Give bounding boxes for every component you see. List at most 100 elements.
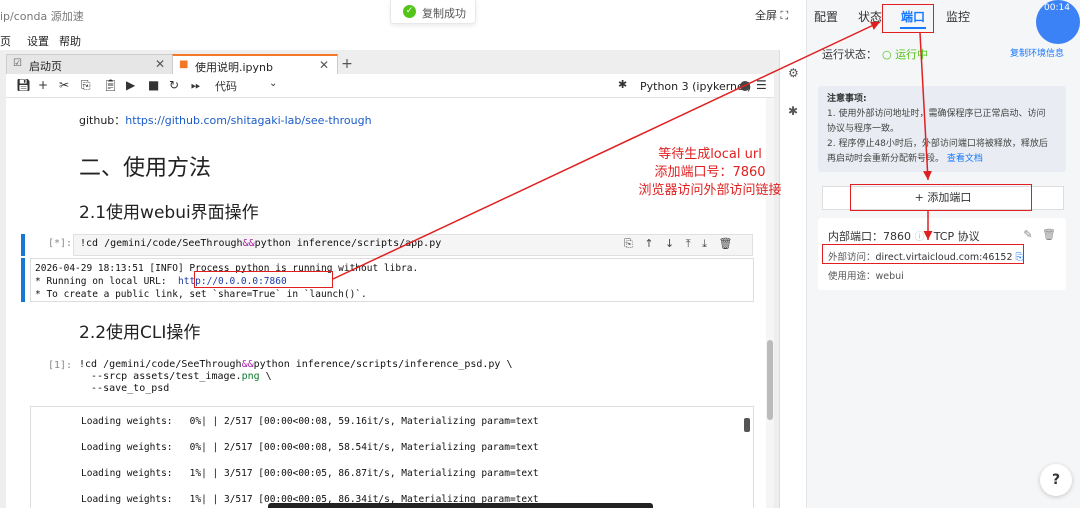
annotation-text: 等待生成local url 添加端口号：7860 浏览器访问外部访问链接	[612, 146, 808, 200]
notice-item: 1. 使用外部访问地址时，需确保程序已正常启动、访问	[827, 109, 1046, 119]
run-status-label: 运行状态：	[822, 48, 877, 61]
annotation-line: 等待生成local url	[658, 147, 762, 162]
kernel-name[interactable]: Python 3 (ipykernel)	[640, 80, 751, 93]
annotation-box-add-port	[850, 184, 1032, 211]
inner-port-value: 7860	[883, 230, 911, 243]
tab-monitor[interactable]: 监控	[946, 8, 970, 25]
launcher-icon: ☑	[13, 58, 22, 69]
output-line: Loading weights: 1%| | 3/517 [00:00<00:0…	[81, 468, 539, 479]
output-line: * To create a public link, set `share=Tr…	[35, 289, 367, 300]
chevron-down-icon[interactable]: ⌄	[269, 78, 277, 89]
insert-below-icon[interactable]: ⤓	[702, 237, 707, 250]
debugger-icon[interactable]: ✱	[788, 104, 798, 118]
annotation-box-local-url	[194, 271, 333, 288]
notice-item: 2. 程序停止48小时后，外部访问端口将被释放，释放后	[827, 139, 1048, 149]
check-circle-icon: ✓	[403, 5, 416, 18]
notebook-icon: ■	[179, 59, 189, 70]
kernel-busy-indicator	[740, 81, 750, 91]
annotation-box-port-tab	[882, 4, 934, 33]
insert-above-icon[interactable]: ⤒	[686, 237, 691, 250]
restart-icon[interactable]: ↻	[169, 78, 179, 92]
fast-forward-icon[interactable]: ⏩︎	[191, 78, 201, 93]
annotation-line: 浏览器访问外部访问链接	[638, 183, 782, 198]
inner-port-row: 内部端口：7860 ⓘ TCP 协议	[828, 228, 980, 244]
annotation-box-external-url	[822, 244, 1024, 264]
notice-box: 注意事项: 1. 使用外部访问地址时，需确保程序已正常启动、访问 协议与程序一致…	[818, 86, 1066, 172]
stop-icon[interactable]: ■	[148, 78, 159, 92]
notice-item: 再启动时会重新分配新号段。	[827, 154, 945, 164]
tab-label: 启动页	[29, 60, 62, 73]
tab-launcher[interactable]: ☑ 启动页 ✕	[6, 54, 174, 74]
annotation-line: 添加端口号：7860	[654, 165, 766, 180]
code-text: --save_to_psd	[79, 383, 170, 394]
delete-icon[interactable]: 🗑︎	[719, 237, 733, 250]
cell-prompt: [*]:	[48, 238, 73, 249]
gear-icon[interactable]: ⚙	[788, 66, 799, 80]
code-cell-cli[interactable]: !cd /gemini/code/SeeThrough&&python infe…	[73, 356, 753, 400]
run-icon[interactable]: ▶	[126, 78, 135, 92]
breadcrumb[interactable]: ip/conda 源加速	[0, 8, 84, 24]
move-up-icon[interactable]: ↑	[644, 237, 653, 250]
run-status-value: 运行中	[895, 48, 929, 61]
cut-icon[interactable]: ✂	[59, 78, 69, 92]
cell-toolbar: ⎘ ↑ ↓ ⤒ ⤓ 🗑︎	[624, 237, 732, 251]
fullscreen-button[interactable]: 全屏 ⛶	[755, 7, 788, 23]
menu-item-help[interactable]: 帮助	[59, 33, 81, 49]
menu-item-page[interactable]: 页	[0, 33, 11, 49]
code-text: \	[259, 371, 272, 382]
code-text: --srcp assets/test_image.	[79, 371, 242, 382]
paste-icon[interactable]: 📋︎	[103, 78, 118, 92]
duplicate-icon[interactable]: ⎘	[624, 237, 633, 250]
save-icon[interactable]: 💾︎	[16, 78, 31, 92]
cell-prompt: [1]:	[48, 360, 73, 371]
edit-icon[interactable]: ✎	[1023, 228, 1032, 241]
code-text: png	[241, 371, 260, 382]
copy-env-link[interactable]: 复制环境信息	[1010, 46, 1064, 59]
menu-icon[interactable]: ☰	[756, 78, 767, 92]
port-actions: ✎ 🗑︎	[1023, 228, 1056, 241]
github-link[interactable]: https://github.com/shitagaki-lab/see-thr…	[125, 114, 371, 127]
close-icon[interactable]: ✕	[319, 58, 329, 72]
add-cell-icon[interactable]: +	[38, 78, 48, 92]
copy-success-toast: ✓ 复制成功	[390, 0, 476, 24]
trash-icon[interactable]: 🗑︎	[1042, 228, 1056, 241]
debug-icon[interactable]: ✱	[618, 78, 627, 91]
fullscreen-label: 全屏	[755, 9, 777, 22]
output-line: * Running on local URL:	[35, 276, 178, 287]
output-cli: Loading weights: 0%| | 2/517 [00:00<00:0…	[30, 406, 754, 508]
run-status-badge: ○ 运行中	[882, 48, 929, 61]
notebook-scrollbar-thumb[interactable]	[767, 340, 773, 420]
tab-notebook[interactable]: ■ 使用说明.ipynb ✕	[172, 54, 338, 74]
help-button[interactable]: ?	[1040, 464, 1072, 496]
timer-value: 00:14	[1044, 3, 1070, 13]
docs-link[interactable]: 查看文档	[947, 154, 983, 164]
github-prefix: github：	[79, 114, 126, 127]
active-cell-marker	[21, 234, 25, 256]
heading-webui: 2.1使用webui界面操作	[79, 203, 259, 223]
output-webui: 2026-04-29 18:13:51 [INFO] Process pytho…	[30, 258, 754, 302]
menu-bar: 页 设置 帮助	[0, 30, 806, 50]
menu-item-settings[interactable]: 设置	[27, 33, 49, 49]
output-line: Loading weights: 0%| | 2/517 [00:00<00:0…	[81, 416, 539, 427]
add-tab-button[interactable]: +	[338, 55, 356, 74]
move-down-icon[interactable]: ↓	[665, 237, 674, 250]
code-text: !cd /gemini/code/SeeThrough	[79, 359, 242, 370]
bottom-bar	[268, 503, 653, 508]
notice-item: 协议与程序一致。	[827, 124, 900, 134]
heading-cli: 2.2使用CLI操作	[79, 323, 201, 343]
timer-badge[interactable]: 00:14	[1036, 0, 1080, 44]
close-icon[interactable]: ✕	[155, 57, 165, 71]
info-icon[interactable]: ⓘ	[915, 232, 928, 243]
usage-row: 使用用途：webui	[828, 268, 904, 282]
copy-icon[interactable]: ⎘	[81, 78, 91, 93]
code-operator: &&	[242, 238, 255, 249]
cell-type-select[interactable]: 代码	[215, 78, 237, 94]
tab-status[interactable]: 状态	[858, 8, 882, 25]
usage-value: webui	[875, 271, 904, 282]
code-operator: &&	[241, 359, 254, 370]
usage-label: 使用用途：	[828, 271, 876, 282]
protocol: TCP 协议	[933, 230, 980, 243]
tab-label: 使用说明.ipynb	[195, 61, 273, 74]
output-scrollbar[interactable]	[744, 418, 750, 432]
tab-config[interactable]: 配置	[814, 8, 838, 25]
